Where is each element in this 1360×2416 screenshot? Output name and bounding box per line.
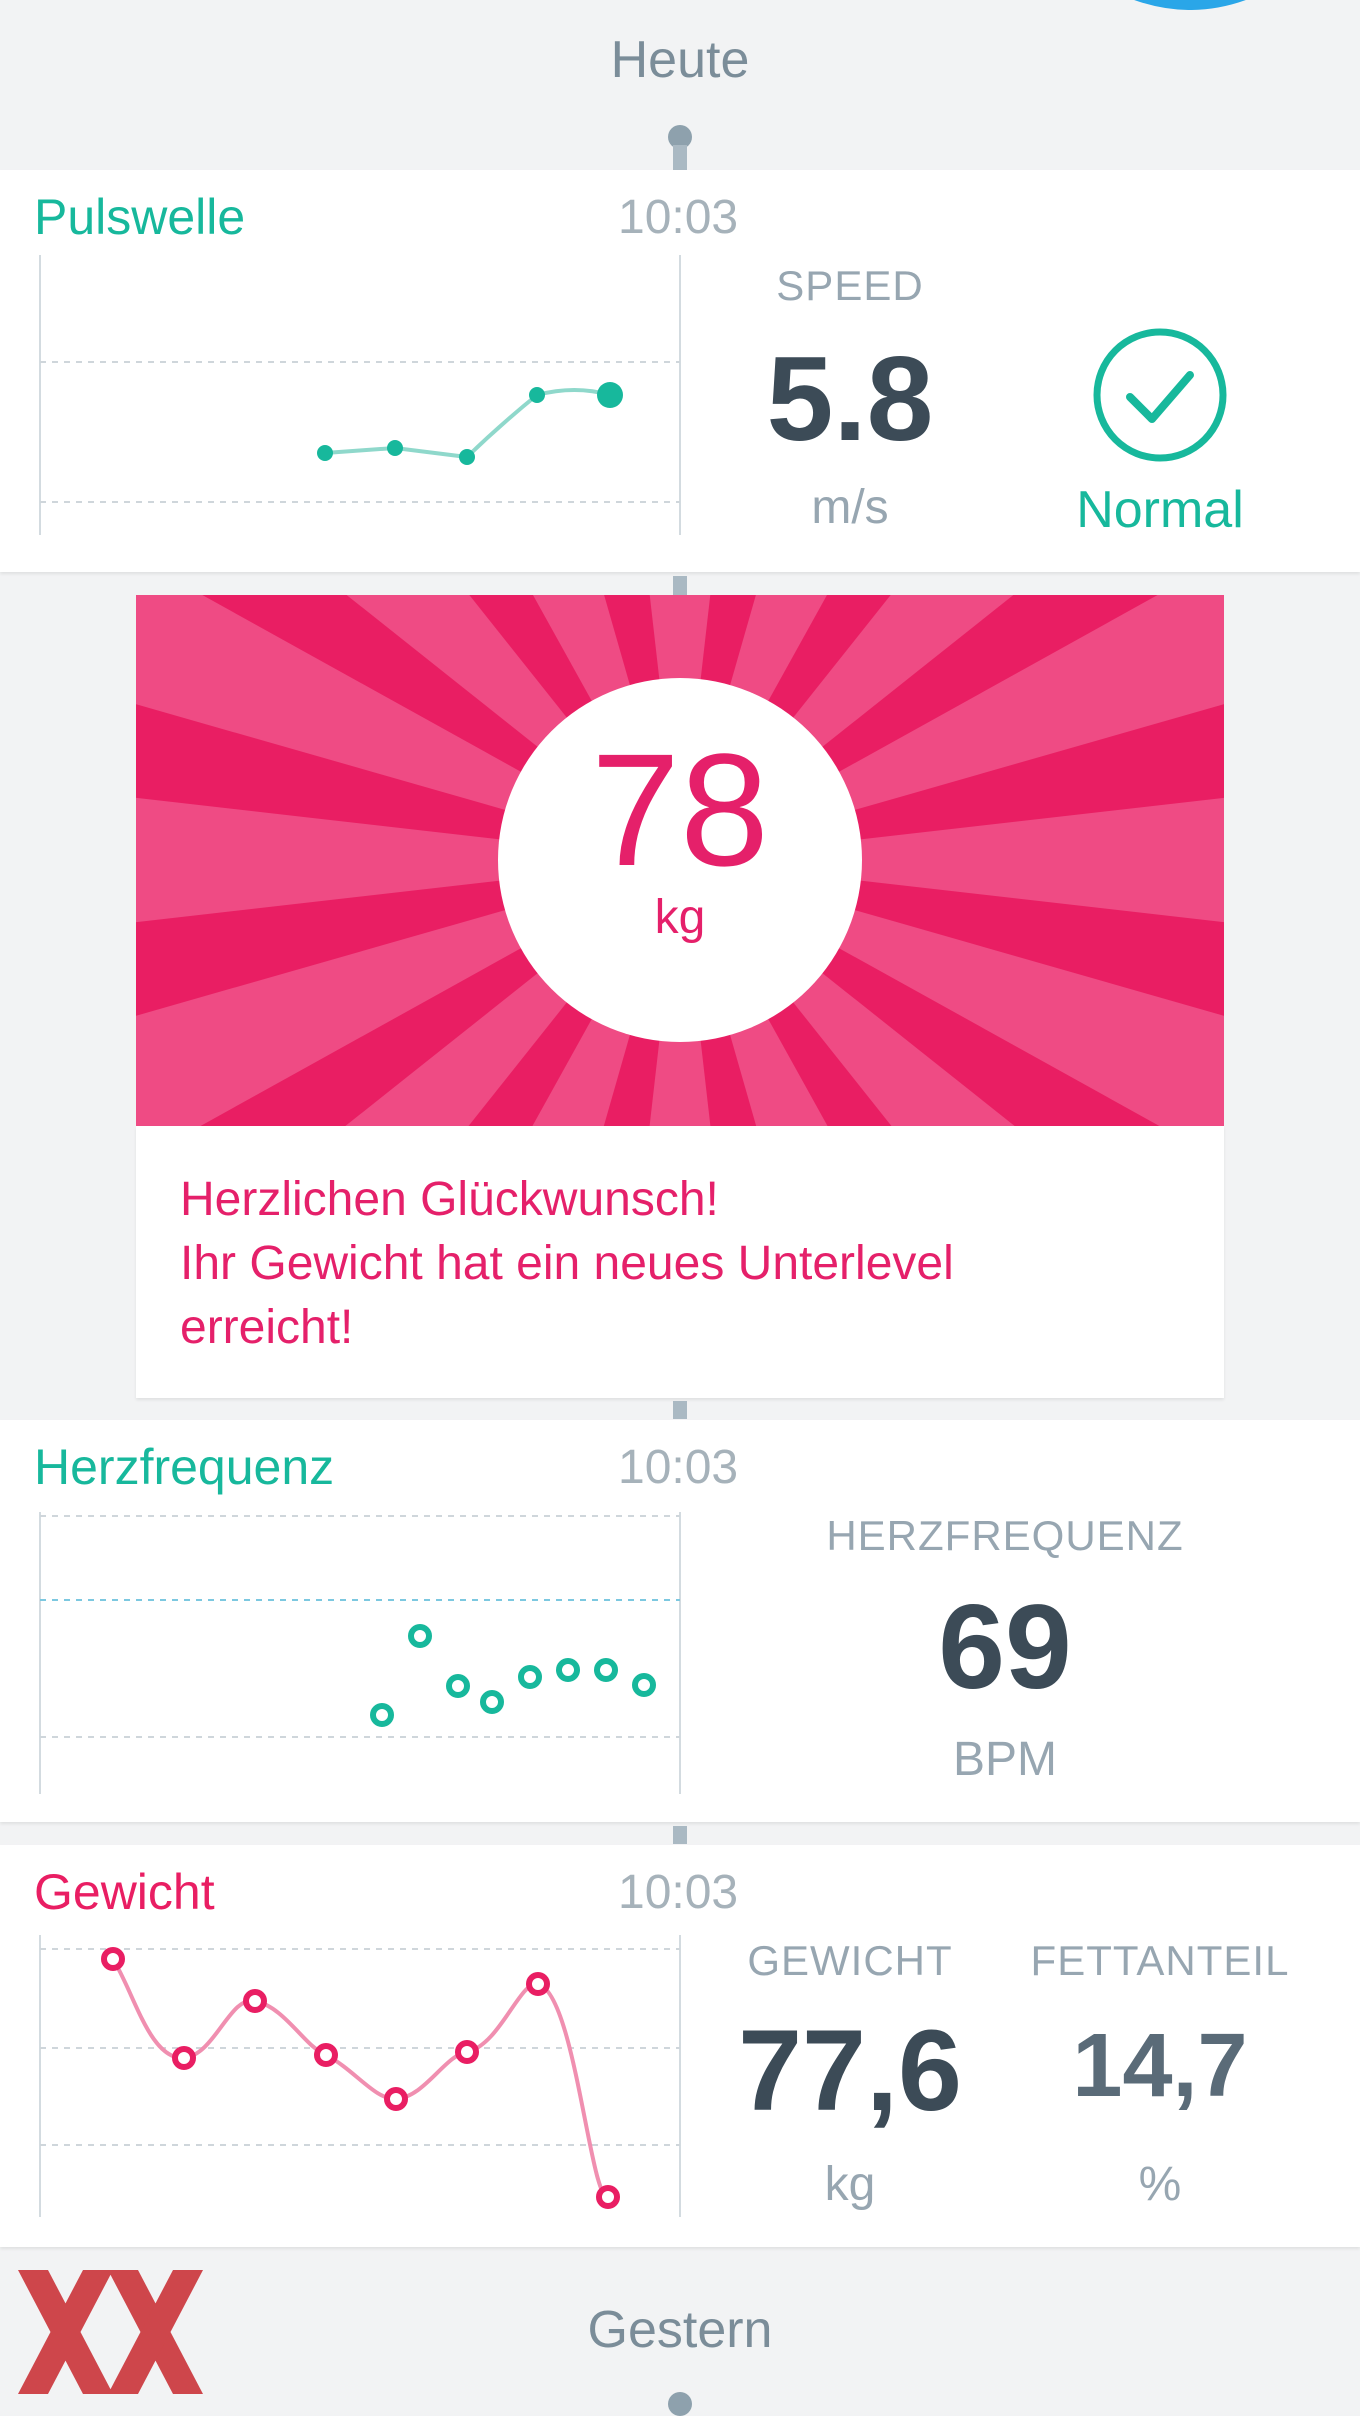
weight-point	[384, 2087, 408, 2111]
weight-title: Gewicht	[34, 1864, 215, 1920]
timeline-connector	[673, 145, 687, 170]
heart-rate-card[interactable]: Herzfrequenz 10:03 HERZFREQUENZ 69 BPM	[0, 1420, 1360, 1822]
congrats-line-3: erreicht!	[180, 1301, 354, 1354]
weight-point	[243, 1989, 267, 2013]
banner-weight-unit: kg	[654, 891, 706, 944]
heart-rate-chart	[39, 1512, 681, 1794]
weight-point	[455, 2040, 479, 2064]
pulse-point	[317, 445, 333, 461]
heart-rate-point	[480, 1690, 504, 1714]
heart-rate-point	[632, 1673, 656, 1697]
heart-rate-value: 69	[938, 1580, 1072, 1714]
timeline-dot-yesterday	[668, 2392, 692, 2416]
weight-point	[526, 1972, 550, 1996]
weight-point	[101, 1947, 125, 1971]
speed-value: 5.8	[766, 332, 934, 466]
pulse-point	[387, 440, 403, 456]
pulse-point	[529, 387, 545, 403]
yesterday-label: Gestern	[587, 2301, 773, 2359]
pulse-point-latest	[597, 382, 623, 408]
congrats-message-box: Herzlichen Glückwunsch! Ihr Gewicht hat …	[136, 1126, 1224, 1398]
heart-rate-time: 10:03	[618, 1441, 739, 1494]
timeline-connector	[673, 1826, 687, 1844]
weight-chart	[39, 1935, 681, 2217]
top-edge-blue-arc	[1134, 0, 1246, 10]
pulse-wave-chart	[39, 255, 681, 535]
heart-rate-unit: BPM	[952, 1733, 1057, 1786]
check-circle-icon	[1093, 328, 1227, 462]
heart-rate-point	[370, 1703, 394, 1727]
weight-milestone-banner[interactable]: 78 kg	[136, 595, 1224, 1126]
heart-rate-point	[594, 1658, 618, 1682]
weight-point	[596, 2185, 620, 2209]
weight-point	[172, 2046, 196, 2070]
weight-card[interactable]: Gewicht 10:03 GEWICHT 77,6 kg FETTANTEIL…	[0, 1845, 1360, 2247]
weight-point	[314, 2043, 338, 2067]
pulse-wave-time: 10:03	[618, 191, 739, 244]
timeline-connector	[673, 576, 687, 595]
pulse-wave-title: Pulswelle	[34, 189, 246, 245]
speed-label: SPEED	[776, 262, 924, 309]
status-normal-label: Normal	[1076, 481, 1244, 539]
banner-weight-value: 78	[591, 720, 769, 899]
fat-label: FETTANTEIL	[1030, 1937, 1290, 1984]
weight-label: GEWICHT	[747, 1937, 953, 1984]
fat-unit: %	[1138, 2158, 1182, 2211]
today-label: Heute	[610, 31, 750, 89]
heart-rate-label: HERZFREQUENZ	[826, 1512, 1184, 1559]
congrats-line-1: Herzlichen Glückwunsch!	[180, 1173, 719, 1226]
heart-rate-point	[408, 1624, 432, 1648]
heart-rate-title: Herzfrequenz	[34, 1439, 335, 1495]
weight-time: 10:03	[618, 1866, 739, 1919]
weight-unit: kg	[824, 2158, 876, 2211]
congrats-line-2: Ihr Gewicht hat ein neues Unterlevel	[180, 1237, 954, 1290]
pulse-wave-card[interactable]: Pulswelle 10:03 SPEED 5.8 m/s Normal	[0, 170, 1360, 572]
heart-rate-point	[556, 1658, 580, 1682]
heart-rate-point	[518, 1665, 542, 1689]
weight-value: 77,6	[738, 2007, 962, 2135]
pulse-point	[459, 449, 475, 465]
fat-value: 14,7	[1072, 2016, 1248, 2116]
timeline-connector	[673, 1401, 687, 1419]
heart-rate-point	[446, 1674, 470, 1698]
speed-unit: m/s	[811, 481, 889, 534]
watermark-logo	[18, 2270, 203, 2394]
